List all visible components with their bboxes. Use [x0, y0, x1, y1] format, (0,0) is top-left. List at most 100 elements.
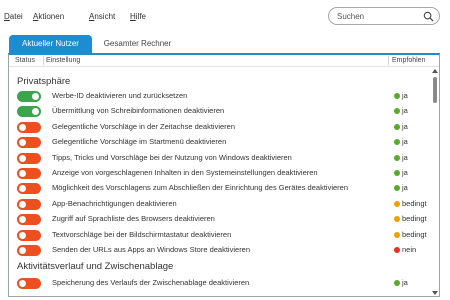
- menu-datei-label: atei: [9, 12, 23, 21]
- setting-label: App-Benachrichtigungen deaktivieren: [52, 198, 177, 208]
- setting-row[interactable]: Zugriff auf Sprachliste des Browsers dea…: [9, 212, 429, 227]
- setting-label: Tipps, Tricks und Vorschläge bei der Nut…: [52, 152, 292, 162]
- toggle-knob: [19, 170, 26, 177]
- recommendation-dot-icon: [394, 280, 400, 286]
- setting-label: Speicherung des Verlaufs der Zwischenabl…: [52, 278, 250, 287]
- toggle-switch[interactable]: [17, 168, 41, 179]
- column-recommended[interactable]: Empfohlen: [392, 57, 425, 64]
- setting-row[interactable]: Übermittlung von Schreibinformationen de…: [9, 104, 429, 119]
- setting-label: Textvorschläge bei der Bildschirmtastatu…: [52, 229, 232, 239]
- toggle-switch[interactable]: [17, 245, 41, 256]
- recommendation-dot-icon: [394, 139, 400, 146]
- recommendation-dot-icon: [394, 216, 400, 223]
- recommendation-dot-icon: [394, 108, 400, 115]
- toggle-switch[interactable]: [17, 278, 41, 289]
- toggle-switch[interactable]: [17, 106, 41, 118]
- toggle-switch[interactable]: [17, 183, 41, 195]
- setting-row[interactable]: Tipps, Tricks und Vorschläge bei der Nut…: [9, 151, 429, 166]
- recommendation-label: bedingt: [402, 214, 427, 224]
- setting-label: Werbe-ID deaktivieren und zurücksetzen: [52, 91, 188, 100]
- menu-hilfe[interactable]: Hilfe: [130, 12, 146, 21]
- toggle-knob: [19, 154, 26, 162]
- recommendation-dot-icon: [394, 200, 400, 207]
- vertical-scrollbar[interactable]: [431, 68, 439, 296]
- recommendation-dot-icon: [394, 154, 400, 161]
- recommendation-label: ja: [402, 91, 408, 100]
- section-title: Privatsphäre: [17, 76, 71, 87]
- toggle-knob: [19, 231, 26, 239]
- recommendation-label: ja: [402, 137, 408, 147]
- settings-panel: Status Einstellung Empfohlen Privatsphär…: [8, 53, 440, 297]
- recommendation-label: ja: [402, 183, 408, 193]
- menu-hilfe-label: ilfe: [135, 12, 147, 21]
- toggle-knob: [19, 139, 26, 147]
- setting-row[interactable]: Textvorschläge bei der Bildschirmtastatu…: [9, 228, 429, 243]
- scroll-down-arrow-icon[interactable]: [432, 291, 438, 295]
- toggle-knob: [19, 123, 26, 131]
- search-icon[interactable]: [423, 11, 434, 22]
- search-box[interactable]: [328, 7, 440, 25]
- recommendation-label: ja: [402, 168, 408, 177]
- section-title: Aktivitätsverlauf und Zwischenablage: [17, 261, 174, 272]
- recommendation-label: ja: [402, 106, 408, 116]
- recommendation-dot-icon: [394, 123, 400, 130]
- setting-label: Übermittlung von Schreibinformationen de…: [52, 106, 225, 116]
- column-separator: [388, 56, 389, 65]
- column-separator: [43, 56, 44, 65]
- toggle-knob: [19, 216, 26, 224]
- toggle-knob: [19, 185, 26, 193]
- toggle-switch[interactable]: [17, 152, 41, 164]
- setting-row[interactable]: App-Benachrichtigungen deaktivieren bedin…: [9, 197, 429, 212]
- toggle-switch[interactable]: [17, 198, 41, 210]
- toggle-switch[interactable]: [17, 121, 41, 133]
- scroll-up-arrow-icon[interactable]: [432, 69, 438, 73]
- toggle-knob: [19, 200, 26, 208]
- recommendation-label: ja: [402, 278, 408, 287]
- scroll-thumb[interactable]: [433, 77, 437, 103]
- setting-label: Gelegentliche Vorschläge im Startmenü de…: [52, 137, 227, 147]
- toggle-knob: [32, 108, 39, 116]
- recommendation-label: nein: [402, 245, 417, 254]
- menu-bar: Datei Aktionen Ansicht Hilfe: [0, 0, 450, 34]
- menu-ansicht-label: nsicht: [94, 12, 116, 21]
- setting-row[interactable]: Gelegentliche Vorschläge in der Zeitachs…: [9, 120, 429, 135]
- toggle-switch[interactable]: [17, 214, 41, 226]
- menu-ansicht[interactable]: Ansicht: [89, 12, 115, 21]
- setting-row[interactable]: Anzeige von vorgeschlagenen Inhalten in …: [9, 166, 429, 181]
- toggle-switch[interactable]: [17, 229, 41, 241]
- recommendation-dot-icon: [394, 247, 400, 253]
- setting-row[interactable]: Werbe-ID deaktivieren und zurücksetzen ja: [9, 89, 429, 104]
- recommendation-label: bedingt: [402, 198, 427, 208]
- toggle-switch[interactable]: [17, 91, 41, 102]
- menu-aktionen-label: ktionen: [38, 12, 65, 21]
- column-header: Status Einstellung Empfohlen: [9, 55, 439, 67]
- column-status[interactable]: Status: [15, 57, 35, 64]
- setting-row[interactable]: Senden der URLs aus Apps an Windows Stor…: [9, 243, 429, 258]
- toggle-knob: [19, 247, 26, 254]
- toggle-switch[interactable]: [17, 137, 41, 149]
- recommendation-label: ja: [402, 152, 408, 162]
- setting-label: Anzeige von vorgeschlagenen Inhalten in …: [52, 168, 318, 177]
- setting-label: Gelegentliche Vorschläge in der Zeitachs…: [52, 121, 236, 131]
- tab-aktueller-nutzer[interactable]: Aktueller Nutzer: [9, 35, 92, 53]
- setting-label: Möglichkeit des Vorschlagens zum Abschli…: [52, 183, 348, 193]
- toggle-knob: [19, 280, 26, 287]
- recommendation-dot-icon: [394, 185, 400, 192]
- recommendation-label: bedingt: [402, 229, 427, 239]
- tab-gesamter-rechner[interactable]: Gesamter Rechner: [95, 35, 180, 53]
- setting-label: Zugriff auf Sprachliste des Browsers dea…: [52, 214, 215, 224]
- setting-row[interactable]: Möglichkeit des Vorschlagens zum Abschli…: [9, 181, 429, 196]
- setting-row[interactable]: Speicherung des Verlaufs der Zwischenabl…: [9, 276, 429, 291]
- menu-aktionen[interactable]: Aktionen: [33, 12, 64, 21]
- tab-bar: Aktueller Nutzer Gesamter Rechner: [0, 35, 450, 53]
- menu-datei[interactable]: Datei: [4, 12, 23, 21]
- column-setting[interactable]: Einstellung: [46, 57, 80, 64]
- setting-row[interactable]: Gelegentliche Vorschläge im Startmenü de…: [9, 135, 429, 150]
- toggle-knob: [32, 93, 39, 100]
- search-input[interactable]: [337, 10, 423, 23]
- recommendation-dot-icon: [394, 93, 400, 99]
- recommendation-label: ja: [402, 121, 408, 131]
- recommendation-dot-icon: [394, 231, 400, 238]
- recommendation-dot-icon: [394, 170, 400, 176]
- setting-label: Senden der URLs aus Apps an Windows Stor…: [52, 245, 251, 254]
